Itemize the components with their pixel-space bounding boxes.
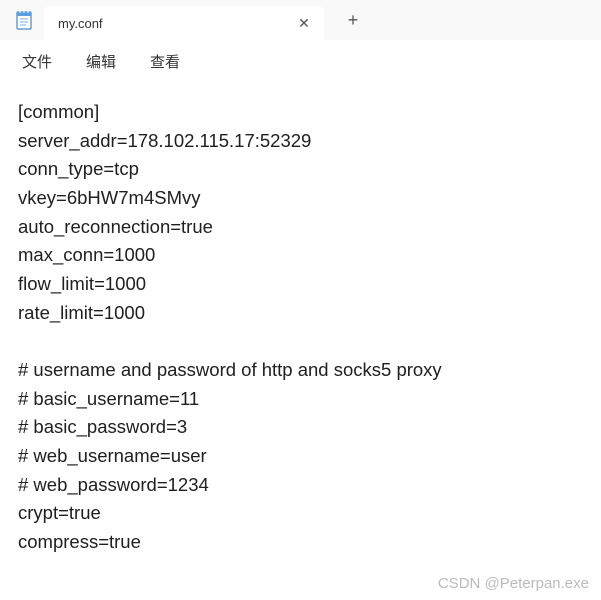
new-tab-button[interactable]: + bbox=[338, 5, 368, 35]
menu-edit[interactable]: 编辑 bbox=[74, 45, 128, 78]
tab-title: my.conf bbox=[58, 16, 296, 31]
text-editor-content[interactable]: [common] server_addr=178.102.115.17:5232… bbox=[0, 82, 601, 600]
close-icon[interactable]: ✕ bbox=[296, 15, 312, 31]
notepad-icon bbox=[14, 9, 34, 31]
menu-view[interactable]: 查看 bbox=[138, 45, 192, 78]
watermark: CSDN @Peterpan.exe bbox=[438, 575, 589, 592]
titlebar: my.conf ✕ + bbox=[0, 0, 601, 40]
tab-active[interactable]: my.conf ✕ bbox=[44, 6, 324, 40]
menu-file[interactable]: 文件 bbox=[10, 45, 64, 78]
menubar: 文件 编辑 查看 bbox=[0, 40, 601, 82]
